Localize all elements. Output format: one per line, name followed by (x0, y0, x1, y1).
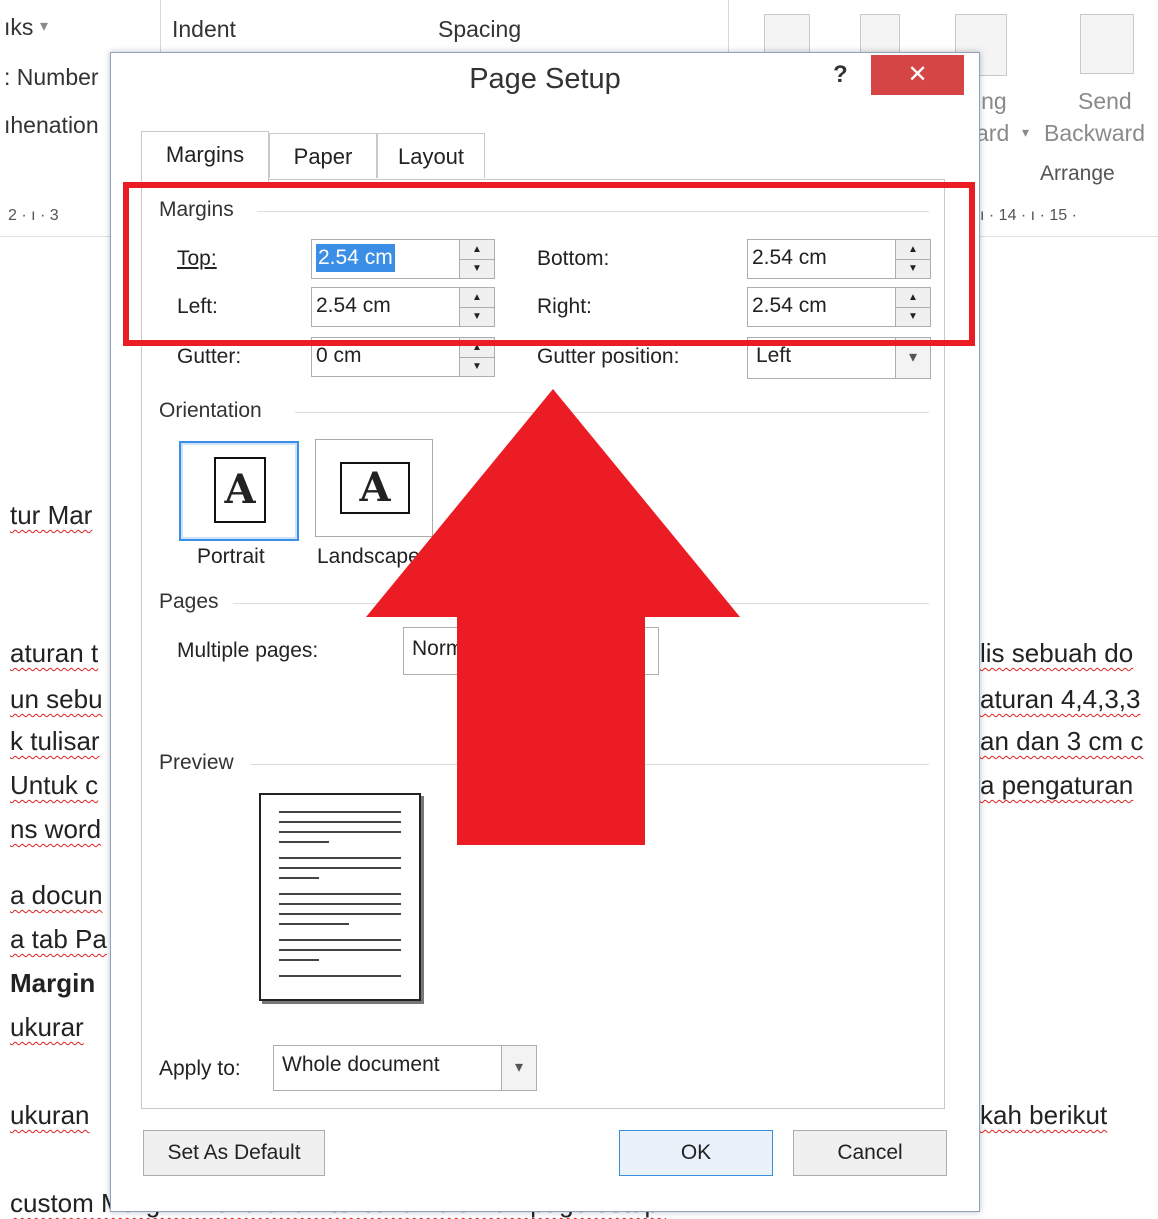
doc-line: ukuran (10, 1100, 90, 1130)
preview-text-line (279, 857, 401, 859)
doc-line: k tulisar (10, 726, 100, 756)
doc-line: ns word (10, 814, 102, 844)
close-button[interactable]: ✕ (871, 55, 964, 95)
preview-text-line (279, 923, 349, 925)
indent-group-label: Indent (172, 16, 236, 42)
chevron-down-icon: ▾ (1022, 124, 1030, 140)
doc-line: a tab Pa (10, 924, 107, 954)
doc-line: kah berikut (980, 1100, 1108, 1130)
gutter-value: 0 cm (316, 344, 362, 367)
up-arrow-annotation (366, 389, 740, 845)
bring-forward-label: ard (976, 120, 1010, 146)
orientation-group-title: Orientation (159, 399, 262, 422)
set-as-default-button[interactable]: Set As Default (143, 1130, 325, 1176)
wrap-text-label: ing (976, 88, 1007, 114)
ok-button[interactable]: OK (619, 1130, 773, 1176)
chevron-down-icon: ▾ (40, 18, 49, 35)
ruler-ticks-right: ı · 14 · ı · 15 · (980, 207, 1077, 224)
doc-line: ukurar (10, 1012, 84, 1042)
preview-text-line (279, 939, 401, 941)
gutter-position-value: Left (756, 344, 792, 367)
preview-text-line (279, 903, 401, 905)
spin-down-icon[interactable]: ▼ (460, 357, 494, 376)
preview-group-title: Preview (159, 751, 234, 774)
cancel-button[interactable]: Cancel (793, 1130, 947, 1176)
margins-highlight-box (123, 182, 975, 346)
doc-line: tur Mar (10, 500, 93, 530)
doc-line: a pengaturan (980, 770, 1134, 800)
chevron-down-icon[interactable]: ▾ (501, 1046, 536, 1090)
ribbon-divider (728, 0, 729, 52)
preview-text-line (279, 893, 401, 895)
portrait-page-icon: A (214, 457, 266, 523)
preview-text-line (279, 949, 401, 951)
multiple-pages-label: Multiple pages: (177, 639, 319, 662)
tab-layout[interactable]: Layout (377, 133, 485, 178)
line-numbers-button[interactable]: : Number (4, 64, 99, 91)
portrait-label: Portrait (197, 545, 265, 568)
tab-paper[interactable]: Paper (269, 133, 377, 178)
preview-text-line (279, 959, 319, 961)
preview-text-line (279, 913, 401, 915)
arrange-group-label: Arrange (1040, 162, 1115, 185)
apply-to-select[interactable]: Whole document ▾ (273, 1045, 537, 1091)
doc-line: an dan 3 cm c (980, 726, 1144, 756)
doc-line: a docun (10, 880, 103, 910)
doc-line: aturan 4,4,3,3 (980, 684, 1141, 714)
preview-text-line (279, 867, 401, 869)
help-button[interactable]: ? (833, 61, 848, 89)
dialog-title: Page Setup (469, 63, 621, 95)
doc-line: aturan t (10, 638, 99, 668)
send-backward-label-2: Backward (1044, 120, 1145, 146)
send-backward-label: Send (1078, 88, 1132, 114)
apply-to-label: Apply to: (159, 1057, 241, 1080)
gutter-label: Gutter: (177, 345, 242, 368)
doc-line: lis sebuah do (980, 638, 1134, 668)
preview-text-line (279, 841, 329, 843)
doc-line: un sebu (10, 684, 103, 714)
hyphenation-button[interactable]: ıhenation (4, 112, 99, 139)
doc-line: Margin (10, 968, 96, 998)
close-icon: ✕ (907, 61, 928, 88)
gutter-position-label: Gutter position: (537, 345, 680, 368)
breaks-button[interactable]: ıks (4, 14, 33, 41)
apply-to-value: Whole document (282, 1053, 440, 1076)
ruler-ticks-left: 2 · ı · 3 (8, 207, 59, 224)
send-backward-icon[interactable] (1080, 14, 1134, 74)
pages-group-title: Pages (159, 590, 219, 613)
spacing-group-label: Spacing (438, 16, 522, 42)
ribbon-divider (160, 0, 161, 52)
document-icon[interactable] (860, 14, 900, 56)
picture-icon[interactable] (764, 14, 810, 56)
preview-text-line (279, 975, 401, 977)
tab-margins[interactable]: Margins (141, 131, 269, 182)
doc-line: Untuk c (10, 770, 99, 800)
preview-text-line (279, 877, 319, 879)
portrait-option[interactable]: A (179, 441, 299, 541)
